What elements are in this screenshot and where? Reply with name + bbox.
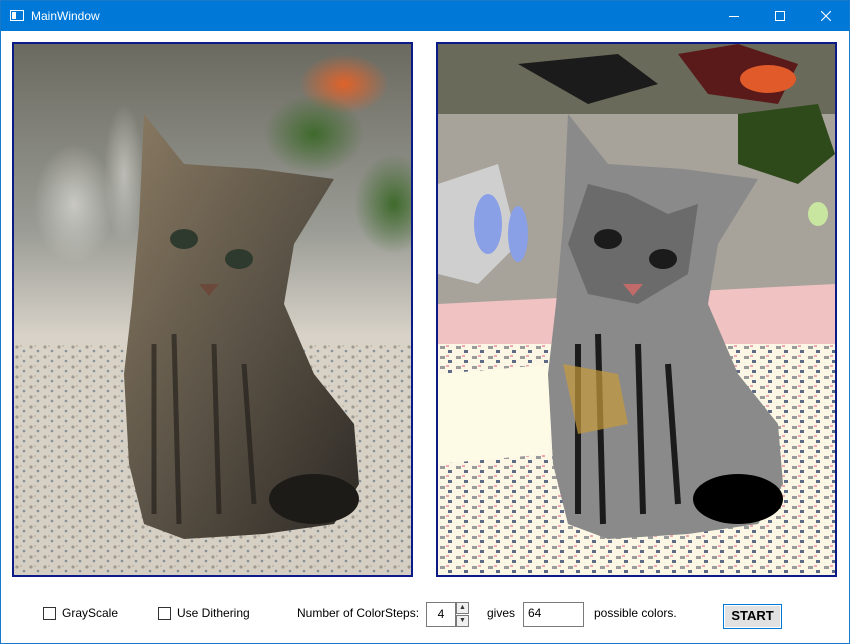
title-bar[interactable]: MainWindow: [1, 1, 849, 31]
grayscale-checkbox[interactable]: [43, 607, 56, 620]
color-steps-label: Number of ColorSteps:: [297, 606, 420, 620]
gives-label: gives: [487, 606, 516, 620]
minimize-icon: [729, 16, 739, 17]
possible-colors-field[interactable]: 64: [523, 602, 584, 627]
possible-colors-label: possible colors.: [594, 606, 677, 620]
original-image: [12, 42, 413, 577]
chevron-up-icon: ▲: [459, 604, 466, 611]
window-title: MainWindow: [31, 9, 100, 23]
color-steps-up-button[interactable]: ▲: [456, 602, 469, 614]
start-button[interactable]: START: [723, 604, 782, 629]
dithering-label: Use Dithering: [177, 606, 250, 620]
close-button[interactable]: [803, 1, 849, 31]
posterized-image: [436, 42, 837, 577]
chevron-down-icon: ▼: [459, 617, 466, 624]
grayscale-label: GrayScale: [62, 606, 119, 620]
color-steps-down-button[interactable]: ▼: [456, 615, 469, 627]
close-icon: [821, 11, 831, 21]
main-window: MainWindow GrayScale Use Dithering Numbe…: [0, 0, 850, 644]
maximize-icon: [775, 11, 785, 21]
minimize-button[interactable]: [711, 1, 757, 31]
app-icon: [10, 10, 24, 21]
maximize-button[interactable]: [757, 1, 803, 31]
color-steps-input[interactable]: 4: [426, 602, 456, 627]
dithering-checkbox[interactable]: [158, 607, 171, 620]
